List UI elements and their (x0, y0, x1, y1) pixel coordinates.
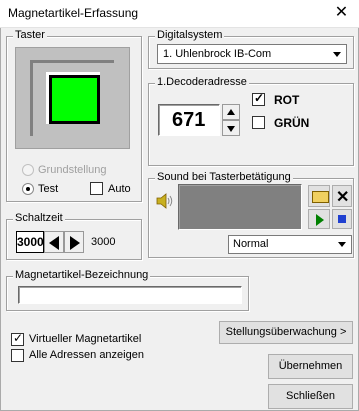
virtuell-checkbox[interactable]: ✓ (11, 331, 24, 346)
uebernehmen-button[interactable]: Übernehmen (268, 354, 353, 379)
alle-adressen-label: Alle Adressen anzeigen (29, 349, 144, 361)
taster-group-label: Taster (13, 29, 47, 41)
schliessen-label: Schließen (286, 390, 335, 402)
virtuell-label: Virtueller Magnetartikel (29, 333, 142, 345)
delete-sound-button[interactable]: ✕ (332, 185, 352, 207)
stop-icon (338, 215, 346, 223)
digitalsystem-selected: 1. Uhlenbrock IB-Com (163, 48, 272, 60)
open-folder-button[interactable] (308, 185, 330, 207)
taster-button[interactable] (15, 47, 130, 149)
sound-file-display (178, 184, 302, 230)
schaltzeit-decrease-button[interactable] (44, 231, 64, 253)
gruen-checkbox[interactable] (252, 116, 265, 129)
chevron-down-icon[interactable] (334, 237, 350, 252)
decoder-group-label: 1.Decoderadresse (155, 76, 249, 88)
close-icon[interactable]: ✕ (324, 0, 359, 28)
play-icon (316, 214, 324, 226)
arrow-right-icon (70, 236, 80, 250)
schaltzeit-display: 3000 (91, 236, 116, 248)
sound-group-label: Sound bei Tasterbetätigung (155, 171, 293, 183)
stop-button[interactable] (332, 209, 352, 229)
radio-test-label: Test (38, 183, 59, 195)
close-icon: ✕ (336, 189, 350, 206)
arrow-left-icon (49, 236, 59, 250)
play-button[interactable] (308, 209, 330, 229)
decoder-address-field[interactable]: 671 (158, 104, 220, 136)
schaltzeit-group-label: Schaltzeit (13, 212, 65, 224)
bezeichnung-group-label: Magnetartikel-Bezeichnung (13, 269, 151, 281)
folder-icon (312, 191, 329, 203)
rot-checkbox[interactable]: ✓ (252, 91, 265, 106)
gruen-label: GRÜN (274, 116, 310, 130)
schaltzeit-increase-button[interactable] (64, 231, 84, 253)
digitalsystem-group-label: Digitalsystem (155, 29, 225, 41)
digitalsystem-select[interactable]: 1. Uhlenbrock IB-Com (157, 44, 347, 64)
checkmark-icon: ✓ (13, 331, 24, 345)
sound-mode-selected: Normal (233, 238, 269, 250)
sound-mode-select[interactable]: Normal (228, 235, 352, 254)
arrow-up-icon (227, 109, 235, 115)
radio-grundstellung[interactable] (22, 164, 34, 176)
checkmark-icon: ✓ (254, 91, 265, 105)
auto-checkbox[interactable] (90, 182, 103, 195)
stellungsueberwachung-label: Stellungsüberwachung > (225, 326, 347, 338)
radio-grundstellung-label: Grundstellung (38, 164, 107, 176)
uebernehmen-label: Übernehmen (278, 360, 343, 372)
alle-adressen-checkbox[interactable] (11, 349, 24, 362)
radio-test[interactable] (22, 183, 34, 195)
decoder-up-button[interactable] (222, 104, 240, 120)
decoder-down-button[interactable] (222, 120, 240, 136)
window-title: Magnetartikel-Erfassung (8, 6, 139, 20)
lamp-indicator (52, 78, 97, 121)
arrow-down-icon (227, 126, 235, 132)
schaltzeit-field[interactable]: 3000 (16, 231, 44, 253)
decoder-address-value: 671 (172, 109, 206, 131)
schliessen-button[interactable]: Schließen (268, 384, 353, 409)
speaker-icon (156, 193, 174, 209)
bezeichnung-input[interactable] (18, 286, 242, 304)
chevron-down-icon[interactable] (329, 46, 345, 62)
stellungsueberwachung-button[interactable]: Stellungsüberwachung > (219, 321, 353, 344)
rot-label: ROT (274, 93, 300, 107)
auto-label: Auto (108, 183, 131, 195)
